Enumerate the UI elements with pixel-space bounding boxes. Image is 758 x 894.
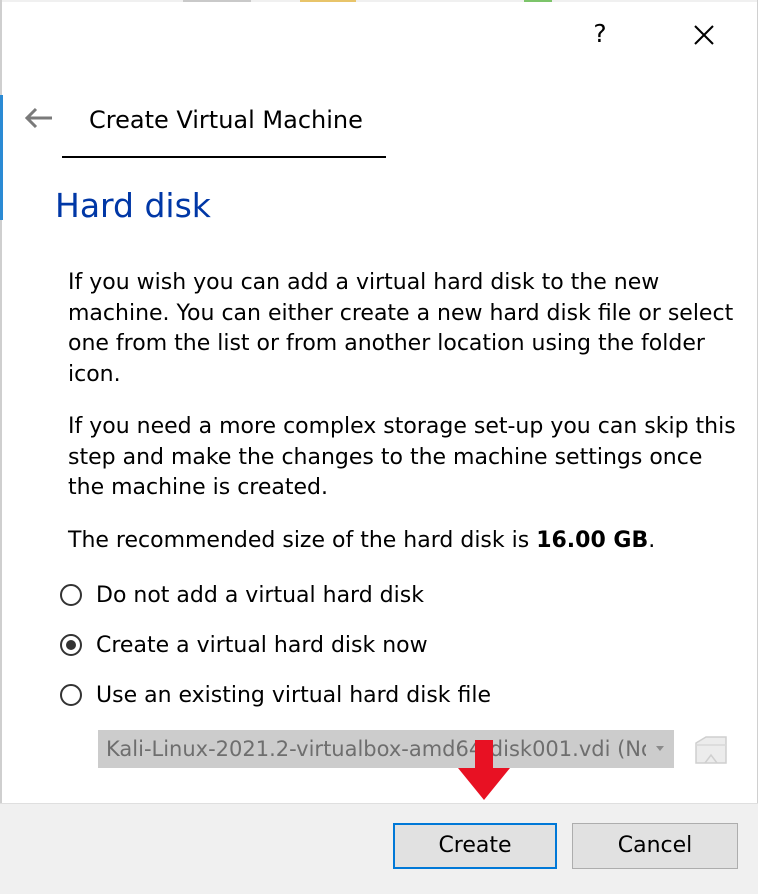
red-down-arrow-icon	[458, 740, 510, 800]
close-button[interactable]	[686, 17, 722, 53]
radio-selected-dot	[66, 640, 76, 650]
chevron-down-icon	[656, 746, 664, 751]
window-left-accent	[0, 95, 3, 220]
cancel-button[interactable]: Cancel	[572, 823, 738, 869]
recommended-size-suffix: .	[648, 528, 656, 553]
existing-disk-select[interactable]: Kali-Linux-2021.2-virtualbox-amd64-disk0…	[98, 730, 674, 768]
wizard-title-underline	[62, 156, 386, 158]
radio-label: Do not add a virtual hard disk	[96, 582, 424, 608]
page-title: Hard disk	[55, 186, 211, 225]
back-arrow-icon	[24, 107, 52, 129]
window-top-blip	[524, 0, 552, 2]
window-top-blip	[183, 0, 251, 2]
create-button[interactable]: Create	[393, 823, 557, 869]
radio-no-disk[interactable]: Do not add a virtual hard disk	[60, 580, 424, 610]
window-top-strip	[0, 0, 758, 2]
recommended-size-text: The recommended size of the hard disk is…	[68, 526, 738, 557]
help-button[interactable]: ?	[585, 14, 615, 54]
radio-button[interactable]	[60, 684, 82, 706]
radio-create-disk[interactable]: Create a virtual hard disk now	[60, 630, 428, 660]
existing-disk-value: Kali-Linux-2021.2-virtualbox-amd64-disk0…	[106, 737, 646, 761]
folder-icon	[695, 736, 727, 764]
radio-button[interactable]	[60, 584, 82, 606]
radio-label: Use an existing virtual hard disk file	[96, 682, 492, 708]
description-paragraph-2: If you need a more complex storage set-u…	[68, 414, 736, 500]
recommended-size-prefix: The recommended size of the hard disk is	[68, 528, 537, 553]
radio-label: Create a virtual hard disk now	[96, 632, 428, 658]
description-paragraph-1: If you wish you can add a virtual hard d…	[68, 270, 734, 387]
recommended-size-value: 16.00 GB	[536, 528, 649, 553]
radio-button[interactable]	[60, 634, 82, 656]
choose-disk-file-button[interactable]	[693, 731, 729, 769]
radio-existing-disk[interactable]: Use an existing virtual hard disk file	[60, 680, 491, 710]
window-top-blip	[300, 0, 356, 2]
wizard-title: Create Virtual Machine	[89, 106, 363, 134]
back-button[interactable]	[22, 104, 56, 132]
close-icon	[694, 25, 714, 45]
